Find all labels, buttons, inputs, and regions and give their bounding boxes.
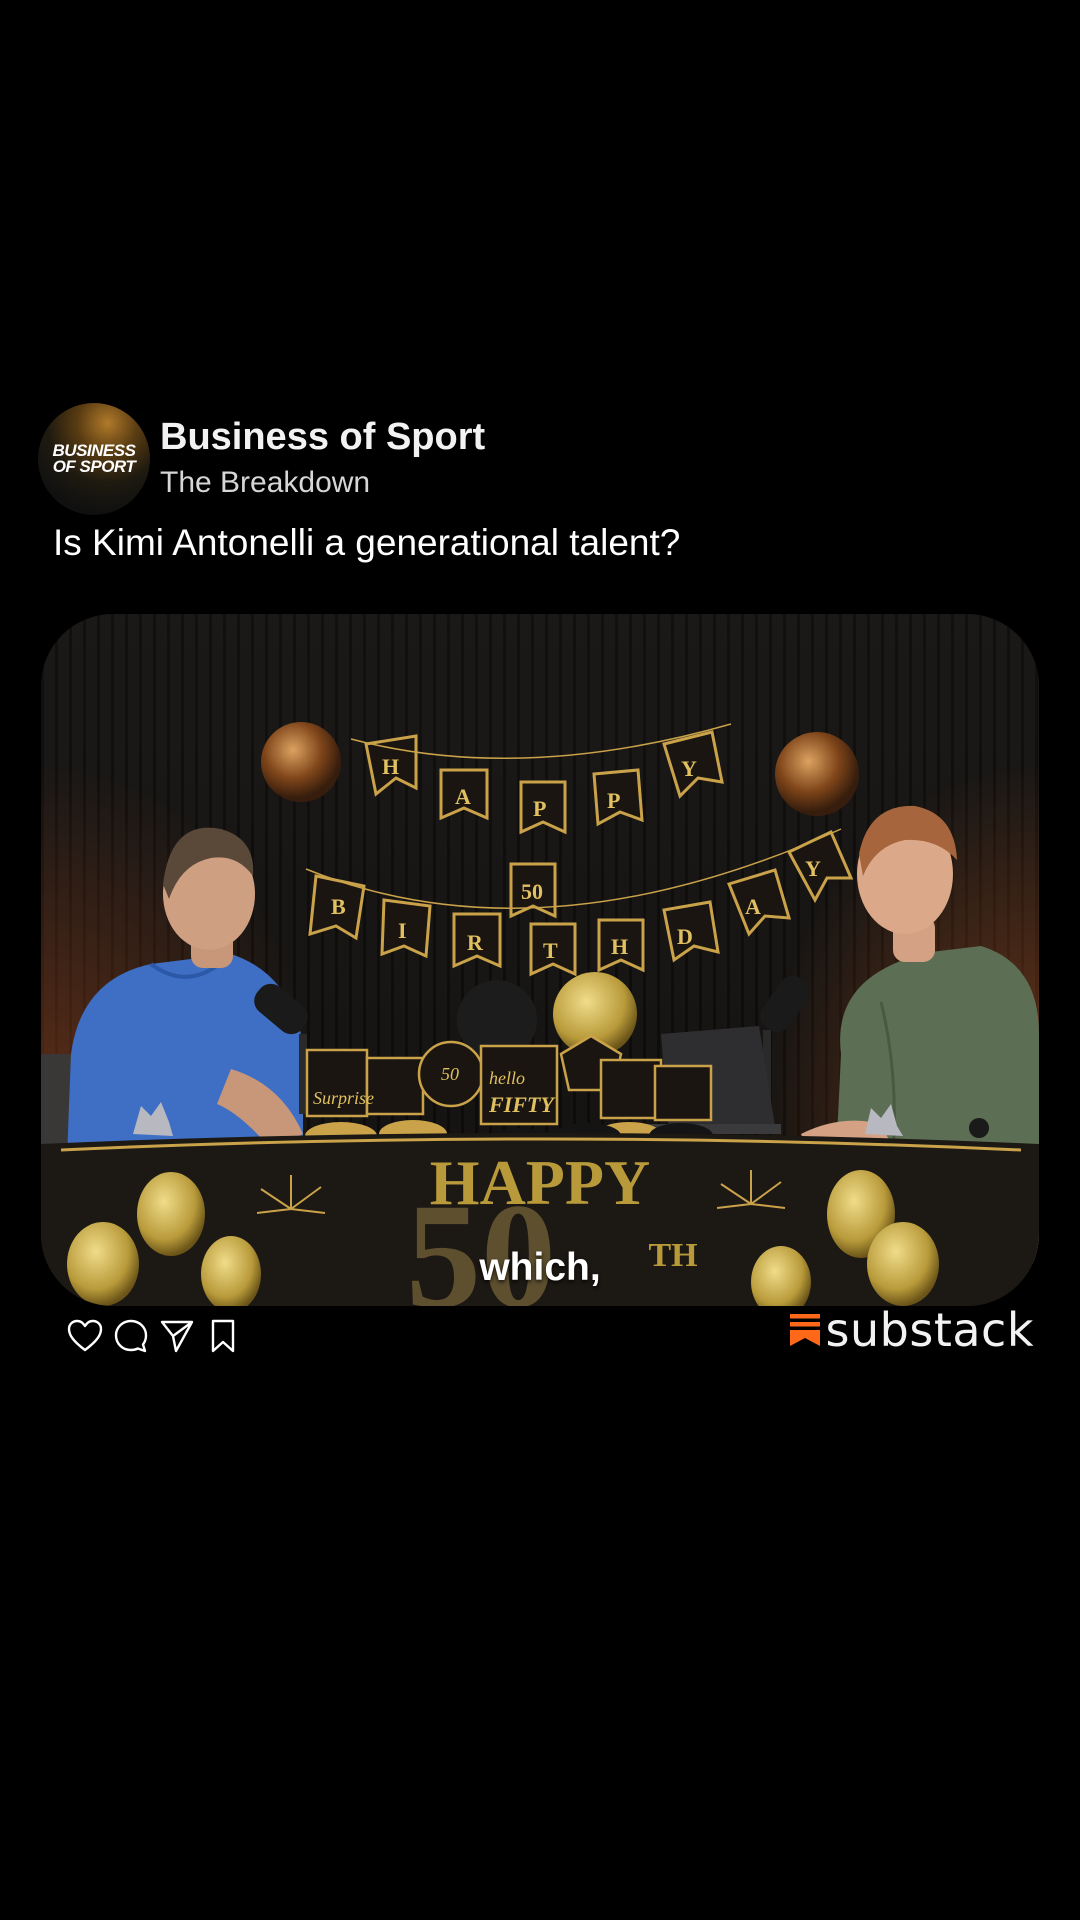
svg-text:H: H — [611, 934, 628, 959]
svg-text:I: I — [398, 918, 407, 943]
svg-text:Y: Y — [805, 856, 821, 881]
publication-avatar[interactable]: BUSINESS OF SPORT — [38, 403, 150, 515]
substack-brand: substack — [789, 1300, 1034, 1360]
svg-text:hello: hello — [489, 1068, 525, 1088]
substack-logo-icon — [789, 1314, 820, 1346]
substack-wordmark: substack — [825, 1303, 1034, 1357]
svg-text:P: P — [533, 796, 546, 821]
post-actions-bar — [66, 1316, 242, 1356]
svg-text:A: A — [455, 784, 471, 809]
svg-text:R: R — [467, 930, 484, 955]
avatar-logo-line2: OF SPORT — [52, 457, 136, 476]
show-name: The Breakdown — [160, 466, 371, 499]
svg-text:FIFTY: FIFTY — [488, 1092, 556, 1117]
svg-text:B: B — [331, 894, 346, 919]
video-frame-illustration: H A P P Y 50 B I R T H D A Y Surprise 50 hello … — [41, 614, 1039, 1306]
svg-text:50: 50 — [521, 879, 543, 904]
heart-icon[interactable] — [66, 1317, 104, 1355]
video-caption: which, — [479, 1246, 601, 1289]
bookmark-icon[interactable] — [204, 1317, 242, 1355]
svg-text:T: T — [543, 938, 558, 963]
svg-text:H: H — [382, 754, 399, 779]
post-title: Is Kimi Antonelli a generational talent? — [53, 522, 681, 563]
svg-text:A: A — [745, 894, 761, 919]
svg-text:Y: Y — [681, 756, 697, 781]
comment-icon[interactable] — [112, 1317, 150, 1355]
svg-text:D: D — [677, 924, 693, 949]
svg-text:Surprise: Surprise — [313, 1088, 374, 1108]
avatar-logo-text: BUSINESS OF SPORT — [38, 442, 150, 476]
svg-text:P: P — [607, 788, 620, 813]
share-icon[interactable] — [158, 1317, 196, 1355]
publication-name[interactable]: Business of Sport — [160, 416, 485, 459]
video-player[interactable]: H A P P Y 50 B I R T H D A Y Surprise 50 hello … — [41, 614, 1039, 1306]
svg-text:50: 50 — [441, 1064, 459, 1084]
